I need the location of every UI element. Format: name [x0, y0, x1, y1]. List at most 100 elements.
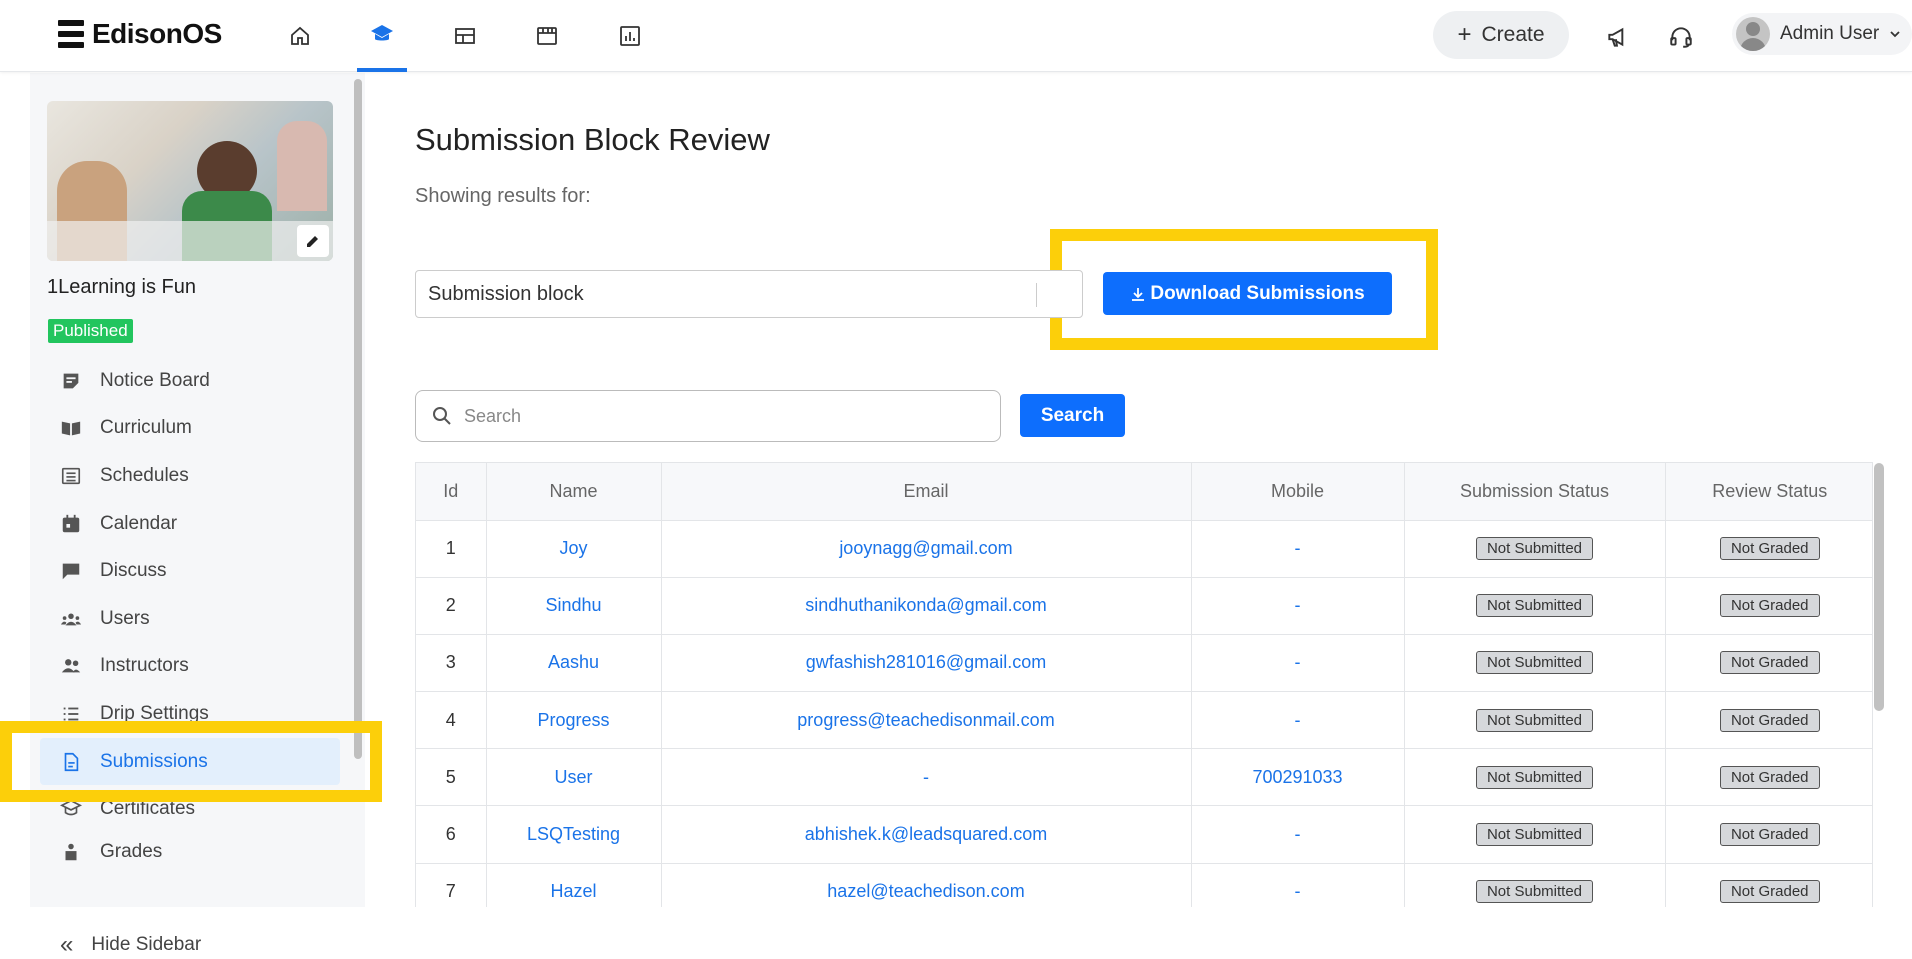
support-button[interactable]: [1664, 20, 1698, 54]
download-icon: [1132, 287, 1145, 301]
cell-review-status: Not Graded: [1665, 748, 1872, 807]
user-name: Admin User: [1780, 23, 1880, 44]
status-badge: Not Submitted: [1475, 880, 1594, 904]
nav-analytics[interactable]: [605, 0, 655, 72]
plus-icon: +: [1457, 21, 1472, 48]
cell-email[interactable]: gwfashish281016@gmail.com: [661, 634, 1192, 693]
download-label: Download Submissions: [1150, 282, 1365, 304]
status-badge: Not Submitted: [1475, 651, 1594, 675]
instructors-icon: [61, 659, 81, 673]
nav-layout[interactable]: [440, 0, 490, 72]
col-header-submission-status[interactable]: Submission Status: [1404, 463, 1666, 521]
download-submissions-button[interactable]: Download Submissions: [1103, 272, 1392, 315]
user-menu[interactable]: Admin User: [1732, 13, 1912, 55]
search-input[interactable]: [464, 405, 964, 427]
cell-name[interactable]: Sindhu: [486, 577, 662, 635]
status-badge: Not Graded: [1719, 537, 1820, 561]
brand-logo[interactable]: EdisonOS: [58, 18, 222, 50]
sidebar-item-label: Drip Settings: [100, 702, 209, 724]
col-header-mobile[interactable]: Mobile: [1191, 463, 1405, 521]
document-icon: [64, 752, 79, 771]
create-button[interactable]: + Create: [1433, 11, 1569, 59]
status-badge: Not Graded: [1719, 651, 1820, 675]
double-chevron-left-icon: «: [60, 931, 74, 958]
cell-submission-status: Not Submitted: [1404, 863, 1666, 907]
sidebar-item-schedules[interactable]: Schedules: [40, 452, 340, 500]
sidebar-item-label: Discuss: [100, 560, 167, 582]
sidebar-item-curriculum[interactable]: Curriculum: [40, 405, 340, 453]
cell-mobile: -: [1191, 634, 1405, 693]
hide-sidebar-button[interactable]: « Hide Sidebar: [60, 931, 201, 959]
sidebar-item-grades[interactable]: Grades: [40, 833, 340, 863]
cell-name[interactable]: User: [486, 748, 662, 807]
sidebar-item-certificates[interactable]: Certificates: [40, 785, 340, 833]
home-icon: [291, 26, 309, 45]
status-badge: Published: [48, 319, 133, 343]
cell-mobile: -: [1191, 691, 1405, 750]
cell-email[interactable]: progress@teachedisonmail.com: [661, 691, 1192, 750]
cell-name[interactable]: Joy: [486, 520, 662, 578]
sidebar-item-submissions[interactable]: Submissions: [40, 737, 340, 786]
cell-submission-status: Not Submitted: [1404, 748, 1666, 807]
col-header-email[interactable]: Email: [661, 463, 1192, 521]
cell-review-status: Not Graded: [1665, 805, 1872, 864]
col-header-review-status[interactable]: Review Status: [1665, 463, 1872, 521]
cell-mobile: -: [1191, 577, 1405, 635]
status-badge: Not Submitted: [1475, 594, 1594, 618]
announcements-button[interactable]: [1601, 20, 1635, 54]
book-icon: [61, 421, 81, 436]
cell-email[interactable]: abhishek.k@leadsquared.com: [661, 805, 1192, 864]
status-badge: Not Graded: [1719, 765, 1820, 789]
col-header-name[interactable]: Name: [486, 463, 662, 521]
sidebar-item-notice-board[interactable]: Notice Board: [40, 357, 340, 405]
create-label: Create: [1481, 23, 1545, 46]
cell-mobile: -: [1191, 863, 1405, 907]
users-icon: [60, 613, 82, 626]
edit-thumbnail-button[interactable]: [297, 225, 329, 257]
cell-name[interactable]: Aashu: [486, 634, 662, 693]
table-header: Id Name Email Mobile Submission Status R…: [416, 463, 1872, 521]
cell-name[interactable]: Hazel: [486, 863, 662, 907]
nav-store[interactable]: [522, 0, 572, 72]
search-button[interactable]: Search: [1020, 394, 1125, 437]
cell-mobile: -: [1191, 805, 1405, 864]
layout-icon: [455, 28, 475, 44]
search-field[interactable]: [415, 390, 1001, 442]
submission-block-select[interactable]: Submission block: [415, 270, 1083, 318]
status-badge: Not Submitted: [1475, 823, 1594, 847]
nav-home[interactable]: [275, 0, 325, 72]
cell-submission-status: Not Submitted: [1404, 634, 1666, 693]
cell-mobile[interactable]: 700291033: [1191, 748, 1405, 807]
cell-submission-status: Not Submitted: [1404, 520, 1666, 578]
cell-review-status: Not Graded: [1665, 691, 1872, 750]
cell-id: 7: [416, 863, 487, 907]
nav-courses[interactable]: [357, 0, 407, 72]
col-header-id[interactable]: Id: [416, 463, 487, 521]
select-divider: [1036, 283, 1037, 307]
analytics-icon: [620, 26, 640, 46]
cell-id: 2: [416, 577, 487, 635]
cell-email[interactable]: sindhuthanikonda@gmail.com: [661, 577, 1192, 635]
table-scrollbar[interactable]: [1874, 463, 1884, 711]
status-badge: Not Graded: [1719, 708, 1820, 732]
sidebar-item-users[interactable]: Users: [40, 595, 340, 643]
status-badge: Not Submitted: [1475, 537, 1594, 561]
cell-email[interactable]: hazel@teachedison.com: [661, 863, 1192, 907]
sidebar-item-calendar[interactable]: Calendar: [40, 500, 340, 548]
sidebar-item-drip-settings[interactable]: Drip Settings: [40, 690, 340, 738]
cell-name[interactable]: Progress: [486, 691, 662, 750]
certificate-icon: [60, 799, 82, 816]
table-row: 1 Joy jooynagg@gmail.com - Not Submitted…: [416, 520, 1872, 578]
megaphone-icon: [1608, 27, 1624, 47]
sidebar-item-instructors[interactable]: Instructors: [40, 643, 340, 691]
cell-name[interactable]: LSQTesting: [486, 805, 662, 864]
sidebar-item-label: Submissions: [100, 750, 208, 772]
sidebar-item-discuss[interactable]: Discuss: [40, 547, 340, 595]
drip-list-icon: [63, 707, 79, 721]
table-row: 7 Hazel hazel@teachedison.com - Not Subm…: [416, 863, 1872, 907]
cell-email[interactable]: jooynagg@gmail.com: [661, 520, 1192, 578]
list-icon: [61, 467, 81, 485]
sidebar-scrollbar[interactable]: [354, 79, 362, 759]
chat-icon: [62, 563, 80, 580]
cell-email: -: [661, 748, 1192, 807]
